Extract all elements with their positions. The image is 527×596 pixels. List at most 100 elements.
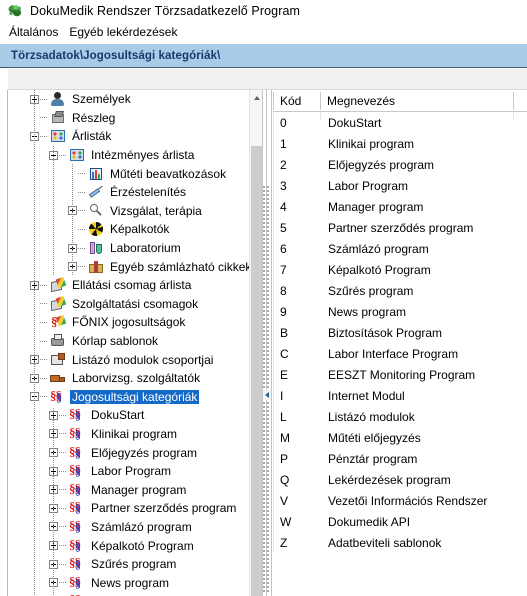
tree-node-4[interactable]: Műtéti beavatkozások xyxy=(9,164,249,183)
grid-cell-code: 6 xyxy=(280,241,287,256)
tree-node-13[interactable]: Kórlap sablonok xyxy=(9,332,249,351)
tree-scrollbar[interactable] xyxy=(249,90,263,596)
tree-node-label: Intézményes árlista xyxy=(91,148,195,163)
tree-node-6[interactable]: Vizsgálat, terápia xyxy=(9,202,249,221)
grid-row[interactable]: 3 Labor Program xyxy=(273,175,527,196)
tree-node-16[interactable]: Jogosultsági kategóriák xyxy=(9,388,249,407)
tree-node-5[interactable]: Érzéstelenítés xyxy=(9,183,249,202)
tree-node-3[interactable]: Intézményes árlista xyxy=(9,146,249,165)
grid-cell-code: 1 xyxy=(280,136,287,151)
tree-panel[interactable]: Személyek Részleg Árlisták Intézményes árli… xyxy=(9,90,249,596)
grid-row[interactable]: B Biztosítások Program xyxy=(273,322,527,343)
tree-node-1[interactable]: Részleg xyxy=(9,109,249,128)
tree-connector-line xyxy=(59,526,67,528)
tree-connector-line xyxy=(59,452,67,454)
grid-row[interactable]: M Műtéti előjegyzés xyxy=(273,427,527,448)
grid-row[interactable]: W Dokumedik API xyxy=(273,511,527,532)
grid-row[interactable]: 8 Szűrés program xyxy=(273,280,527,301)
tree-connector-line xyxy=(40,396,48,398)
grid-row[interactable]: Z Adatbeviteli sablonok xyxy=(273,532,527,553)
tree-node-label: Listázó modulok csoportjai xyxy=(72,352,214,367)
grid-row[interactable]: 6 Számlázó program xyxy=(273,238,527,259)
tree-connector-line xyxy=(78,228,86,230)
data-grid-panel[interactable]: Kód Megnevezés 0 DokuStart 1 Klinikai progr… xyxy=(273,90,527,596)
grid-cell-name: Biztosítások Program xyxy=(328,325,443,340)
tree-node-7[interactable]: Képalkotók xyxy=(9,220,249,239)
panel-splitter[interactable] xyxy=(262,90,273,596)
tree-node-17[interactable]: DokuStart xyxy=(9,406,249,425)
grid-row[interactable]: 1 Klinikai program xyxy=(273,133,527,154)
tree-connector-line xyxy=(40,321,48,323)
chart-icon xyxy=(88,166,104,182)
grid-cell-name: Adatbeviteli sablonok xyxy=(328,535,442,550)
tree-node-23[interactable]: Számlázó program xyxy=(9,518,249,537)
grid-cell-code: M xyxy=(280,430,290,445)
tree-node-19[interactable]: Előjegyzés program xyxy=(9,443,249,462)
grid-cell-code: 8 xyxy=(280,283,287,298)
grid-cell-name: Számlázó program xyxy=(328,241,429,256)
grid-row[interactable]: L Listázó modulok xyxy=(273,406,527,427)
tree-node-label: Személyek xyxy=(72,92,131,107)
grid-row[interactable]: 9 News program xyxy=(273,301,527,322)
tree-connector-line xyxy=(59,545,67,547)
grid-row[interactable]: C Labor Interface Program xyxy=(273,343,527,364)
grid-row[interactable]: 4 Manager program xyxy=(273,196,527,217)
tree-connector-line xyxy=(59,154,67,156)
tree-connector-line xyxy=(40,377,48,379)
tree-node-24[interactable]: Képalkotó Program xyxy=(9,536,249,555)
tree-node-18[interactable]: Klinikai program xyxy=(9,425,249,444)
grid-cell-code: L xyxy=(280,409,287,424)
menu-item-egyeb-lekerdezesek[interactable]: Egyéb lekérdezések xyxy=(64,23,183,41)
tree-node-0[interactable]: Személyek xyxy=(9,90,249,109)
menu-item-altalanos[interactable]: Általános xyxy=(4,23,64,41)
package-icon xyxy=(50,296,66,312)
tree-node-25[interactable]: Szűrés program xyxy=(9,555,249,574)
grid-cell-code: C xyxy=(280,346,289,361)
tree-node-2[interactable]: Árlisták xyxy=(9,127,249,146)
tree-scrollbar-thumb[interactable] xyxy=(251,146,262,596)
tree-node-15[interactable]: Laborvizsg. szolgáltatók xyxy=(9,369,249,388)
grid-column-header-name[interactable]: Megnevezés xyxy=(321,90,513,111)
grid-cell-name: Előjegyzés program xyxy=(328,157,435,172)
tree-node-22[interactable]: Partner szerződés program xyxy=(9,499,249,518)
tree-node-11[interactable]: Szolgáltatási csomagok xyxy=(9,295,249,314)
grid-row[interactable]: Q Lekérdezések program xyxy=(273,469,527,490)
tree-node-10[interactable]: Ellátási csomag árlista xyxy=(9,276,249,295)
grid-row[interactable]: E EESZT Monitoring Program xyxy=(273,364,527,385)
grid-row[interactable]: V Vezetői Információs Rendszer xyxy=(273,490,527,511)
tree-guide-line xyxy=(34,90,35,596)
tree-node-26[interactable]: News program xyxy=(9,573,249,592)
grid-row[interactable]: 7 Képalkotó Program xyxy=(273,259,527,280)
paragraph-icon xyxy=(69,462,85,479)
tree-node-label: Egyéb számlázható cikkek xyxy=(110,259,249,274)
tree-node-label: Klinikai program xyxy=(91,426,178,441)
tree-view[interactable]: Személyek Részleg Árlisták Intézményes árli… xyxy=(9,90,249,596)
grid-cell-name: Képalkotó Program xyxy=(328,262,431,277)
tree-node-9[interactable]: Egyéb számlázható cikkek xyxy=(9,257,249,276)
grid-cell-name: Internet Modul xyxy=(328,388,405,403)
tree-node-label: FŐNIX jogosultságok xyxy=(72,315,186,330)
tree-node-label: News program xyxy=(91,575,170,590)
grid-row[interactable]: 0 DokuStart xyxy=(273,112,527,133)
grid-column-header-code[interactable]: Kód xyxy=(274,90,320,111)
tree-node-label: Partner szerződés program xyxy=(91,501,237,516)
paragraph-icon xyxy=(69,574,85,591)
tree-node-8[interactable]: Laboratorium xyxy=(9,239,249,258)
grid-row[interactable]: I Internet Modul xyxy=(273,385,527,406)
grid-cell-code: 2 xyxy=(280,157,287,172)
grid-row[interactable]: P Pénztár program xyxy=(273,448,527,469)
tree-node-14[interactable]: Listázó modulok csoportjai xyxy=(9,350,249,369)
grid-body[interactable]: 0 DokuStart 1 Klinikai program 2 Előjegyzés p… xyxy=(273,112,527,553)
grid-row[interactable]: 2 Előjegyzés program xyxy=(273,154,527,175)
grid-cell-name: Műtéti előjegyzés xyxy=(328,430,421,445)
grid-header-row: Kód Megnevezés xyxy=(273,90,527,112)
splitter-left-arrow-icon[interactable] xyxy=(263,390,271,400)
splitter-grip[interactable] xyxy=(263,186,271,592)
tree-node-20[interactable]: Labor Program xyxy=(9,462,249,481)
tree-node-21[interactable]: Manager program xyxy=(9,480,249,499)
title-bar: DokuMedik Rendszer Törzsadatkezelő Progr… xyxy=(0,0,527,22)
tree-connector-line xyxy=(78,210,86,212)
tree-node-27[interactable]: Biztosítások Program xyxy=(9,592,249,596)
grid-row[interactable]: 5 Partner szerződés program xyxy=(273,217,527,238)
tree-node-12[interactable]: FŐNIX jogosultságok xyxy=(9,313,249,332)
